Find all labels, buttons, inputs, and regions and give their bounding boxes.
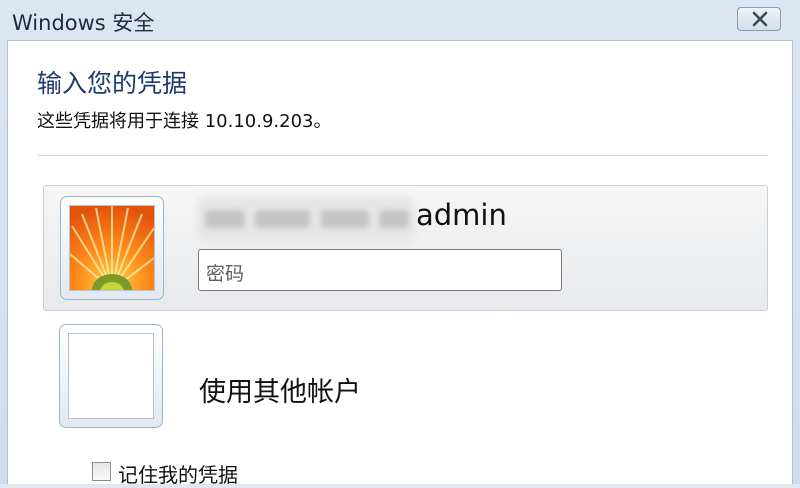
dialog-heading: 输入您的凭据 xyxy=(37,69,188,98)
close-icon xyxy=(752,11,768,27)
dialog-client-area: 输入您的凭据 这些凭据将用于连接 10.10.9.203。 admin 密码 使… xyxy=(7,40,793,487)
remember-credentials-checkbox[interactable] xyxy=(92,462,111,481)
avatar xyxy=(60,196,164,300)
password-placeholder: 密码 xyxy=(206,263,245,285)
username-label: admin xyxy=(416,198,507,232)
blank-user-avatar-icon xyxy=(68,333,154,419)
title-bar[interactable]: Windows 安全 xyxy=(0,0,800,40)
obscured-username xyxy=(197,196,415,242)
use-other-account-label: 使用其他帐户 xyxy=(199,377,361,408)
use-other-account-tile[interactable]: 使用其他帐户 xyxy=(43,321,768,441)
credential-tile-current-user[interactable]: admin 密码 xyxy=(43,185,768,311)
dialog-subtitle: 这些凭据将用于连接 10.10.9.203。 xyxy=(37,111,332,132)
close-button[interactable] xyxy=(737,7,781,31)
divider xyxy=(37,155,768,156)
password-input[interactable]: 密码 xyxy=(198,249,562,291)
credential-dialog-window: Windows 安全 输入您的凭据 这些凭据将用于连接 10.10.9.203。 xyxy=(0,0,800,487)
orange-flower-avatar-icon xyxy=(69,205,155,291)
window-title: Windows 安全 xyxy=(12,11,155,35)
avatar xyxy=(59,324,163,428)
